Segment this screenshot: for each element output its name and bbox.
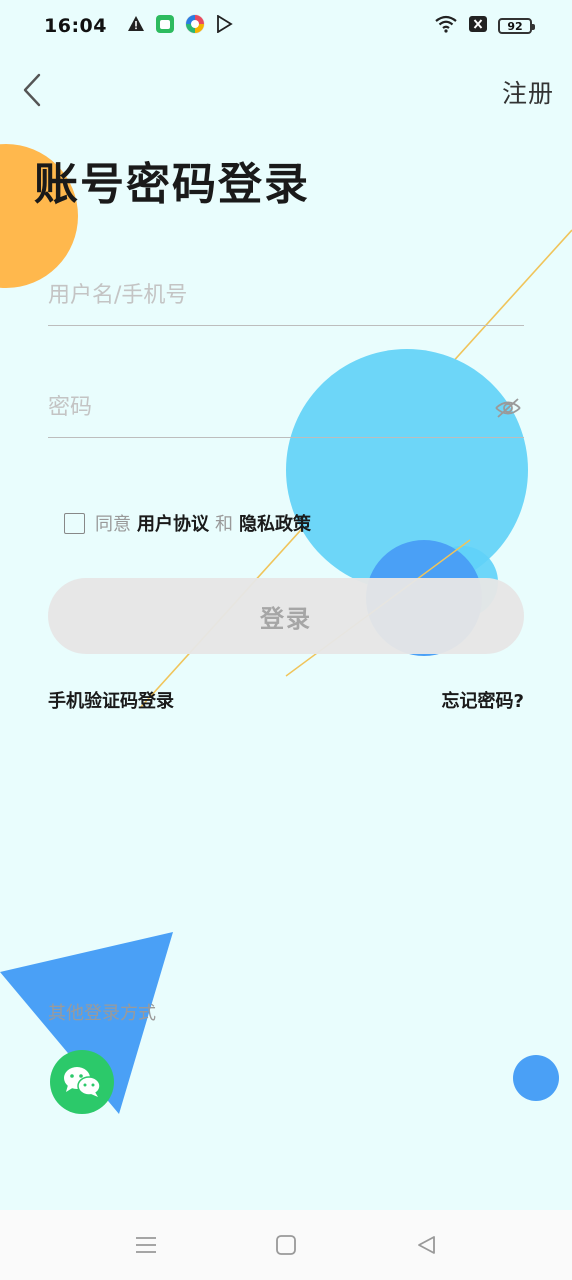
blue-dot bbox=[513, 1055, 559, 1101]
agreement-row: 同意 用户协议 和 隐私政策 bbox=[64, 510, 317, 536]
green-app-icon bbox=[155, 14, 175, 39]
login-button[interactable]: 登录 bbox=[48, 578, 524, 654]
play-store-icon bbox=[215, 13, 233, 38]
wifi-icon bbox=[434, 15, 458, 38]
password-input[interactable] bbox=[48, 378, 492, 437]
username-field bbox=[48, 266, 524, 326]
wechat-icon bbox=[64, 1067, 101, 1097]
username-input[interactable] bbox=[48, 266, 524, 325]
register-link[interactable]: 注册 bbox=[502, 74, 554, 110]
chevron-left-icon bbox=[23, 73, 41, 107]
multicolor-app-icon bbox=[185, 14, 205, 39]
forgot-password-link[interactable]: 忘记密码? bbox=[442, 687, 524, 713]
agree-prefix: 同意 bbox=[95, 514, 131, 535]
nav-back-button[interactable] bbox=[406, 1225, 446, 1265]
menu-button[interactable] bbox=[126, 1225, 166, 1265]
status-time: 16:04 bbox=[44, 15, 107, 37]
warning-icon bbox=[127, 15, 145, 38]
sms-login-link[interactable]: 手机验证码登录 bbox=[48, 687, 174, 713]
agree-joiner: 和 bbox=[215, 514, 233, 535]
system-nav-bar bbox=[0, 1210, 572, 1280]
other-login-label: 其他登录方式 bbox=[48, 1003, 156, 1024]
eye-off-icon bbox=[495, 397, 521, 418]
status-bar: 16:04 92 bbox=[0, 0, 572, 52]
battery-icon: 92 bbox=[498, 18, 535, 34]
privacy-policy-link[interactable]: 隐私政策 bbox=[239, 510, 311, 536]
menu-icon bbox=[136, 1237, 156, 1253]
back-button[interactable] bbox=[12, 70, 52, 110]
password-visibility-toggle[interactable] bbox=[492, 392, 524, 424]
agreement-checkbox[interactable] bbox=[64, 512, 85, 534]
wechat-login-button[interactable] bbox=[50, 1050, 114, 1114]
page-title: 账号密码登录 bbox=[34, 159, 310, 210]
home-button[interactable] bbox=[266, 1225, 306, 1265]
user-agreement-link[interactable]: 用户协议 bbox=[137, 510, 209, 536]
square-icon bbox=[276, 1235, 296, 1255]
triangle-back-icon bbox=[418, 1236, 435, 1254]
x-box-icon bbox=[468, 15, 488, 38]
password-field bbox=[48, 378, 524, 438]
notification-icons bbox=[127, 13, 233, 39]
system-icons: 92 bbox=[434, 15, 535, 38]
